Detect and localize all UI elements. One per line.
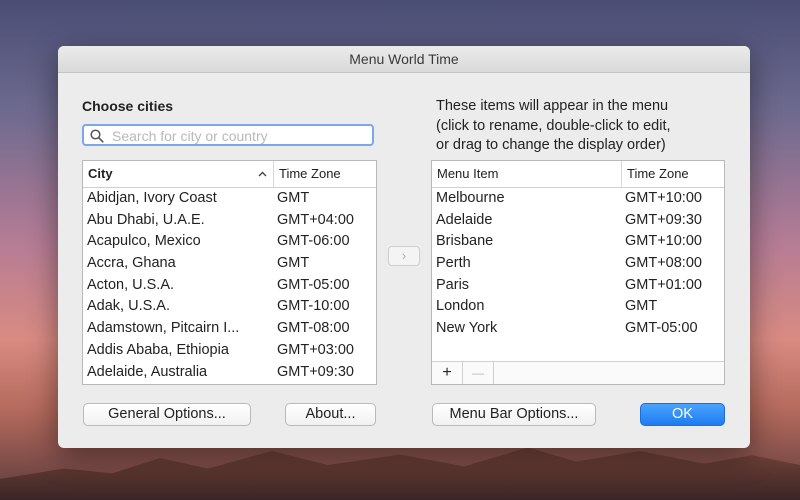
description-line: These items will appear in the menu	[436, 98, 669, 114]
city-name: Adak, U.S.A.	[87, 298, 171, 315]
menu-item-column-header[interactable]: Menu Item	[432, 161, 621, 187]
city-name: Abu Dhabi, U.A.E.	[87, 211, 205, 228]
remove-item-button[interactable]: —	[463, 362, 494, 384]
menu-item-name: New York	[436, 320, 498, 337]
time-zone-value: GMT+01:00	[625, 276, 702, 293]
table-row[interactable]: New York GMT-05:00	[432, 318, 724, 340]
city-name: Abidjan, Ivory Coast	[87, 190, 217, 206]
window-title: Menu World Time	[58, 46, 750, 73]
menu-world-time-window: Menu World Time Choose cities City Time …	[58, 46, 750, 448]
menu-items-table-header: Menu Item Time Zone	[432, 161, 724, 188]
menu-description: These items will appear in the menu (cli…	[436, 97, 671, 156]
time-zone-value: GMT	[277, 190, 310, 206]
city-name: Addis Ababa, Ethiopia	[87, 341, 229, 358]
table-row[interactable]: Abu Dhabi, U.A.E. GMT+04:00	[83, 210, 376, 232]
cities-table-body: Abidjan, Ivory Coast GMT Abu Dhabi, U.A.E.…	[83, 188, 376, 383]
time-zone-value: GMT+08:00	[625, 255, 702, 272]
ok-button[interactable]: OK	[640, 403, 725, 426]
timezone-column-header[interactable]: Time Zone	[273, 161, 376, 187]
time-zone-value: GMT+10:00	[625, 233, 702, 250]
menu-items-table-body: Melbourne GMT+10:00 Adelaide GMT+09:30 Brisb…	[432, 188, 724, 340]
table-row[interactable]: Melbourne GMT+10:00	[432, 188, 724, 210]
time-zone-value: GMT-05:00	[625, 320, 698, 337]
choose-cities-heading: Choose cities	[82, 98, 174, 114]
general-options-button[interactable]: General Options...	[83, 403, 251, 426]
time-zone-value: GMT+10:00	[625, 190, 702, 206]
table-row[interactable]: Accra, Ghana GMT	[83, 253, 376, 275]
time-zone-value: GMT+09:30	[277, 363, 354, 380]
table-row[interactable]: Abidjan, Ivory Coast GMT	[83, 188, 376, 210]
table-row[interactable]: Adak, U.S.A. GMT-10:00	[83, 296, 376, 318]
menu-item-name: Paris	[436, 276, 470, 293]
menu-item-name: London	[436, 298, 485, 315]
table-row[interactable]: Addis Ababa, Ethiopia GMT+03:00	[83, 340, 376, 362]
table-row[interactable]: Perth GMT+08:00	[432, 253, 724, 275]
city-name: Acton, U.S.A.	[87, 276, 175, 293]
search-input[interactable]	[110, 127, 369, 145]
menu-items-table[interactable]: Menu Item Time Zone Melbourne GMT+10:00 Ad…	[431, 160, 725, 385]
add-item-button[interactable]: +	[432, 362, 463, 384]
menu-items-toolbar: + —	[432, 361, 724, 384]
add-to-menu-button[interactable]: ›	[388, 246, 420, 266]
table-row[interactable]: Brisbane GMT+10:00	[432, 231, 724, 253]
city-name: Accra, Ghana	[87, 255, 176, 272]
about-button[interactable]: About...	[285, 403, 376, 426]
time-zone-value: GMT-10:00	[277, 298, 350, 315]
time-zone-value: GMT-05:00	[277, 276, 350, 293]
time-zone-value: GMT-08:00	[277, 320, 350, 337]
cities-table[interactable]: City Time Zone Abidjan, Ivory Coast GMT Ab…	[82, 160, 377, 385]
menu-bar-options-button[interactable]: Menu Bar Options...	[432, 403, 596, 426]
time-zone-value: GMT+09:30	[625, 211, 702, 228]
table-row[interactable]: Paris GMT+01:00	[432, 275, 724, 297]
description-line: (click to rename, double-click to edit,	[436, 117, 671, 134]
menu-item-name: Perth	[436, 255, 471, 272]
table-row[interactable]: Adelaide GMT+09:30	[432, 210, 724, 232]
cities-table-header: City Time Zone	[83, 161, 376, 188]
time-zone-value: GMT-06:00	[277, 233, 350, 250]
time-zone-value: GMT	[625, 298, 658, 315]
menu-item-name: Brisbane	[436, 233, 494, 250]
time-zone-value: GMT+04:00	[277, 211, 354, 228]
search-icon	[90, 129, 104, 143]
sort-chevron-up-icon	[258, 171, 267, 177]
city-name: Adelaide, Australia	[87, 363, 208, 380]
city-name: Acapulco, Mexico	[87, 233, 201, 250]
menu-item-name: Adelaide	[436, 211, 493, 228]
table-row[interactable]: Adamstown, Pitcairn I... GMT-08:00	[83, 318, 376, 340]
table-row[interactable]: Acton, U.S.A. GMT-05:00	[83, 275, 376, 297]
time-zone-value: GMT+03:00	[277, 341, 354, 358]
table-row[interactable]: Adelaide, Australia GMT+09:30	[83, 362, 376, 384]
city-column-header[interactable]: City	[83, 161, 273, 187]
search-field[interactable]	[82, 124, 374, 146]
menu-timezone-column-header[interactable]: Time Zone	[621, 161, 724, 187]
time-zone-value: GMT	[277, 255, 310, 272]
description-line: or drag to change the display order)	[436, 137, 666, 153]
table-row[interactable]: London GMT	[432, 296, 724, 318]
city-name: Adamstown, Pitcairn I...	[87, 320, 240, 337]
menu-item-name: Melbourne	[436, 190, 505, 206]
table-row[interactable]: Acapulco, Mexico GMT-06:00	[83, 231, 376, 253]
